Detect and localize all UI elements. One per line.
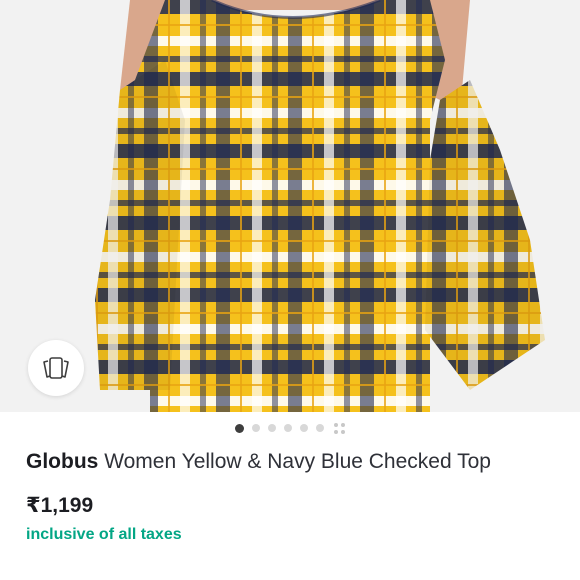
carousel-dot-active[interactable] <box>235 423 244 433</box>
carousel-dot[interactable] <box>252 424 260 432</box>
grid-dots-icon[interactable] <box>334 422 345 434</box>
tax-note: inclusive of all taxes <box>26 526 182 543</box>
carousel-dot[interactable] <box>268 424 276 432</box>
brand-name[interactable]: Globus <box>26 450 98 473</box>
product-details: Globus Women Yellow & Navy Blue Checked … <box>26 446 556 545</box>
carousel-dot[interactable] <box>284 424 292 432</box>
product-name: Women Yellow & Navy Blue Checked Top <box>104 450 491 473</box>
product-title: Globus Women Yellow & Navy Blue Checked … <box>26 446 556 477</box>
product-price: ₹1,199 <box>26 494 94 517</box>
product-detail-screen: Globus Women Yellow & Navy Blue Checked … <box>0 0 580 580</box>
product-image[interactable] <box>0 0 580 412</box>
carousel-dot[interactable] <box>316 424 324 432</box>
carousel-indicator[interactable] <box>0 412 580 444</box>
product-photo <box>0 0 580 412</box>
view-similar-icon <box>43 357 69 379</box>
view-similar-button[interactable] <box>28 340 84 396</box>
carousel-dot[interactable] <box>300 424 308 432</box>
